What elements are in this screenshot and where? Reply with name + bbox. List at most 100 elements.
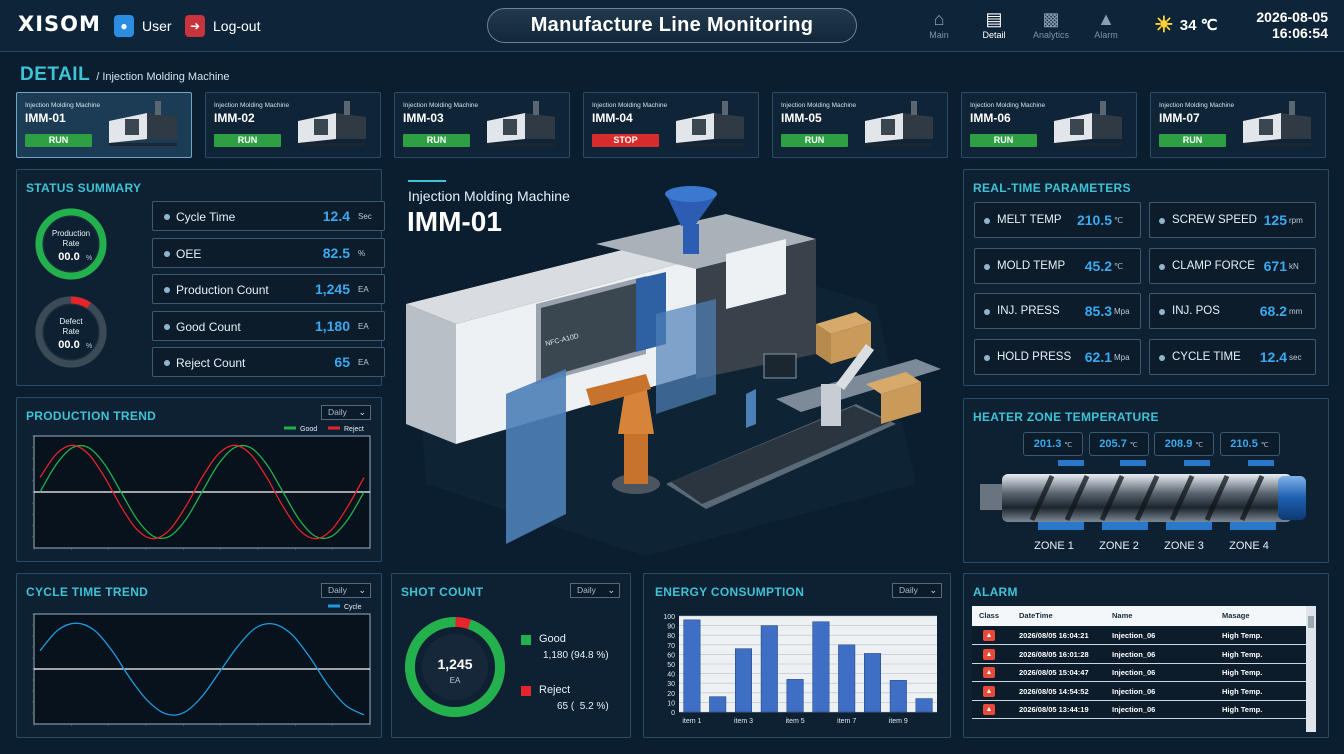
production-rate-value: 00.0 bbox=[58, 251, 79, 263]
alarm-message: High Temp. bbox=[1222, 649, 1263, 659]
bar-chart-icon: ▩ bbox=[1042, 9, 1060, 29]
status-summary-title: STATUS SUMMARY bbox=[26, 181, 142, 195]
machine-card-imm-06[interactable]: Injection Molding Machine IMM-06 RUN bbox=[961, 92, 1137, 158]
energy-bar-7 bbox=[838, 644, 856, 713]
chevron-down-icon: ⌄ bbox=[358, 407, 366, 417]
parameters-title: REAL-TIME PARAMETERS bbox=[973, 181, 1131, 195]
alarm-name: Injection_06 bbox=[1112, 705, 1156, 715]
production-trend-period-select[interactable]: Daily ⌄ bbox=[321, 405, 371, 420]
nav-detail-label: Detail bbox=[982, 30, 1006, 40]
energy-bar-8 bbox=[863, 653, 882, 713]
energy-bar-3 bbox=[734, 648, 753, 713]
nav-main[interactable]: ⌂ Main bbox=[917, 8, 961, 40]
sun-icon: ☀ bbox=[1154, 12, 1174, 37]
good-legend-swatch bbox=[521, 635, 531, 645]
kpi-value: 1,245 bbox=[314, 281, 350, 297]
energy-period-select[interactable]: Daily ⌄ bbox=[892, 583, 942, 598]
machine-type-label: Injection Molding Machine bbox=[970, 102, 1046, 109]
energy-bar-5 bbox=[786, 679, 804, 713]
alarm-scrollbar[interactable] bbox=[1306, 606, 1316, 732]
nav-detail[interactable]: ▤ Detail bbox=[972, 8, 1016, 40]
date-value: 2026-08-05 bbox=[1256, 9, 1328, 25]
kpi-unit: % bbox=[358, 248, 366, 258]
breadcrumb-page: DETAIL bbox=[20, 64, 91, 85]
machine-thumbnail bbox=[1243, 101, 1311, 146]
alarm-row[interactable]: ▲ 2026/08/05 16:01:28 Injection_06 High Tem… bbox=[972, 645, 1306, 664]
production-rate-gauge: Production Rate 00.0 % bbox=[35, 208, 107, 280]
machine-card-imm-07[interactable]: Injection Molding Machine IMM-07 RUN bbox=[1150, 92, 1326, 158]
kpi-bullet bbox=[164, 250, 170, 257]
machine-card-imm-04[interactable]: Injection Molding Machine IMM-04 STOP bbox=[583, 92, 759, 158]
machine-status-badge: RUN bbox=[214, 134, 281, 147]
weather-widget: ☀ 34 ℃ bbox=[1154, 12, 1217, 38]
nav-main-label: Main bbox=[929, 30, 949, 40]
alarm-row[interactable]: ▲ 2026/08/05 15:04:47 Injection_06 High Tem… bbox=[972, 664, 1306, 683]
chevron-down-icon: ⌄ bbox=[929, 585, 937, 595]
y-tick-label: 60 bbox=[667, 652, 675, 659]
alarm-col-datetime: DateTime bbox=[1019, 611, 1053, 620]
shot-count-period-value: Daily bbox=[577, 585, 596, 595]
shot-count-total: 1,245 bbox=[437, 656, 472, 672]
machine-status-badge: STOP bbox=[592, 134, 659, 147]
zone-temp-unit: ℃ bbox=[1064, 442, 1073, 449]
alarm-row[interactable]: ▲ 2026/08/05 14:54:52 Injection_06 High Tem… bbox=[972, 682, 1306, 701]
kpi-bullet bbox=[164, 323, 170, 330]
kpi-value: 1,180 bbox=[314, 317, 350, 334]
param-bullet bbox=[1159, 218, 1165, 224]
param-melt-temp: MELT TEMP 210.5 ℃ bbox=[974, 202, 1141, 238]
energy-bar-4 bbox=[760, 625, 778, 713]
production-trend-chart: Good Reject bbox=[32, 426, 371, 550]
shot-count-period-select[interactable]: Daily ⌄ bbox=[570, 583, 620, 598]
machine-status-badge: RUN bbox=[781, 134, 848, 147]
y-tick-label: 30 bbox=[667, 681, 675, 688]
alarm-datetime: 2026/08/05 13:44:19 bbox=[1019, 705, 1089, 715]
xisom-logo: XISOM bbox=[18, 12, 101, 36]
alarm-name: Injection_06 bbox=[1112, 631, 1156, 640]
param-value: 125 bbox=[1263, 212, 1287, 228]
user-button[interactable]: ● User bbox=[114, 14, 172, 38]
production-rate-label2: Rate bbox=[63, 239, 80, 248]
param-label: HOLD PRESS bbox=[997, 350, 1072, 363]
kpi-value: 82.5 bbox=[322, 244, 350, 261]
param-mold-temp: MOLD TEMP 45.2 ℃ bbox=[974, 247, 1141, 284]
zone-temp-value: 205.7 bbox=[1099, 438, 1127, 450]
machine-card-imm-02[interactable]: Injection Molding Machine IMM-02 RUN bbox=[205, 92, 381, 158]
cycle-trend-chart: Cycle bbox=[32, 604, 371, 726]
logout-label: Log-out bbox=[213, 18, 261, 34]
alarm-message: High Temp. bbox=[1222, 686, 1263, 696]
alarm-row[interactable]: ▲ 2026/08/05 13:44:19 Injection_06 High Tem… bbox=[972, 701, 1306, 720]
cycle-trend-period-select[interactable]: Daily ⌄ bbox=[321, 583, 371, 598]
shot-count-title: SHOT COUNT bbox=[401, 585, 484, 599]
temperature-value: 34 ℃ bbox=[1179, 17, 1218, 34]
machine-card-imm-05[interactable]: Injection Molding Machine IMM-05 RUN bbox=[772, 92, 948, 158]
shot-count-donut: 1,245 EA bbox=[405, 617, 505, 717]
alarm-row[interactable]: ▲ 2026/08/05 16:04:21 Injection_06 High Tem… bbox=[972, 627, 1306, 645]
alarm-name: Injection_06 bbox=[1112, 686, 1156, 696]
energy-bar-10 bbox=[915, 698, 933, 713]
alarm-bell-icon: ▲ bbox=[983, 685, 995, 697]
param-unit: kN bbox=[1289, 261, 1299, 271]
alarm-bell-icon: ▲ bbox=[983, 704, 995, 716]
zone-temp-box: 201.3 ℃ bbox=[1023, 432, 1083, 456]
machine-card-imm-01[interactable]: Injection Molding Machine IMM-01 RUN bbox=[16, 92, 192, 158]
kpi-unit: EA bbox=[358, 358, 369, 367]
legend-label: Good bbox=[300, 426, 317, 433]
machine-type-label: Injection Molding Machine bbox=[403, 102, 479, 109]
alarm-scroll-thumb[interactable] bbox=[1308, 616, 1314, 628]
logout-button[interactable]: ➜ Log-out bbox=[185, 14, 260, 38]
nav-analytics-label: Analytics bbox=[1032, 30, 1069, 40]
kpi-label: Reject Count bbox=[176, 356, 246, 370]
y-tick-label: 40 bbox=[667, 672, 675, 679]
nav-alarm[interactable]: ▲ Alarm bbox=[1084, 8, 1128, 40]
param-label: CYCLE TIME bbox=[1172, 350, 1241, 363]
machine-thumbnail bbox=[298, 101, 366, 146]
machine-card-imm-03[interactable]: Injection Molding Machine IMM-03 RUN bbox=[394, 92, 570, 158]
kpi-production-count: Production Count 1,245 EA bbox=[152, 274, 385, 304]
param-value: 85.3 bbox=[1084, 303, 1112, 319]
param-label: CLAMP FORCE bbox=[1172, 259, 1255, 272]
zone-temp-unit: ℃ bbox=[1195, 442, 1204, 449]
energy-period-value: Daily bbox=[899, 585, 918, 595]
machine-type-label: Injection Molding Machine bbox=[781, 102, 857, 109]
nav-analytics[interactable]: ▩ Analytics bbox=[1029, 8, 1073, 40]
param-value: 12.4 bbox=[1259, 348, 1287, 365]
